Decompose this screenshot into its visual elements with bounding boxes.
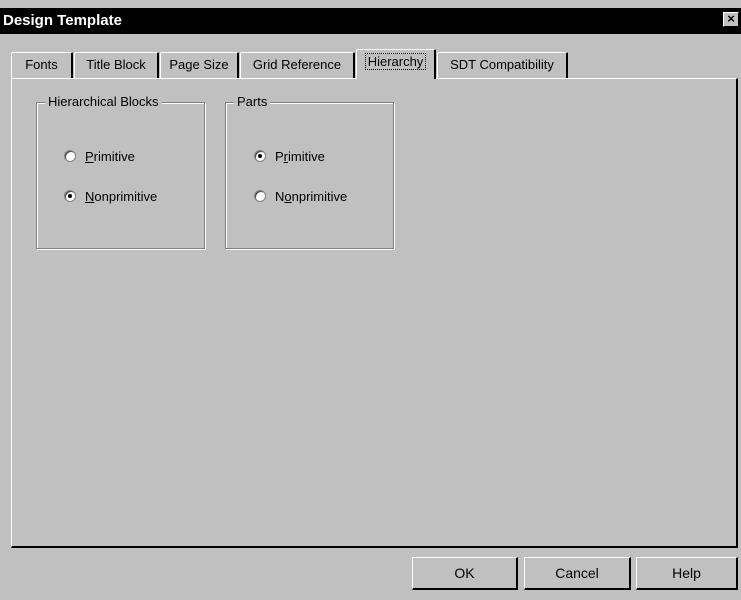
tab-title-block[interactable]: Title Block: [74, 52, 159, 78]
tab-fonts-label: Fonts: [25, 57, 58, 72]
title-bar: Design Template ×: [0, 8, 741, 34]
tab-sdt-compatibility[interactable]: SDT Compatibility: [437, 52, 568, 78]
parts-group: Parts Primitive Nonprimitive: [225, 94, 394, 249]
hb-nonprimitive-radio[interactable]: [64, 190, 76, 202]
hb-primitive-radio[interactable]: [64, 150, 76, 162]
tab-fonts[interactable]: Fonts: [11, 52, 73, 78]
tab-page-size-label: Page Size: [169, 57, 229, 72]
tab-title-block-label: Title Block: [86, 57, 146, 72]
tab-hierarchy-label: Hierarchy: [364, 53, 427, 70]
tab-grid-reference[interactable]: Grid Reference: [240, 52, 355, 78]
hierarchical-blocks-group: Hierarchical Blocks Primitive Nonprimiti…: [36, 94, 205, 249]
parts-nonprimitive-label: Nonprimitive: [275, 189, 348, 204]
tab-grid-reference-label: Grid Reference: [252, 57, 342, 72]
hb-nonprimitive-label: Nonprimitive: [85, 189, 158, 204]
parts-primitive-label: Primitive: [275, 149, 325, 164]
tab-page-size[interactable]: Page Size: [160, 52, 239, 78]
parts-primitive-radio[interactable]: [254, 150, 266, 162]
close-icon: ×: [727, 11, 735, 26]
hierarchy-panel: Hierarchical Blocks Primitive Nonprimiti…: [11, 78, 738, 548]
hierarchical-blocks-legend: Hierarchical Blocks: [45, 94, 162, 110]
cancel-button[interactable]: Cancel: [524, 557, 631, 590]
parts-nonprimitive-radio[interactable]: [254, 190, 266, 202]
help-button[interactable]: Help: [636, 557, 738, 590]
tab-sdt-compatibility-label: SDT Compatibility: [450, 57, 554, 72]
close-button[interactable]: ×: [723, 12, 739, 27]
ok-button[interactable]: OK: [412, 557, 518, 590]
design-template-dialog: Design Template × Fonts Title Block Page…: [0, 0, 741, 600]
parts-legend: Parts: [234, 94, 271, 110]
window-title: Design Template: [3, 12, 122, 29]
tab-hierarchy[interactable]: Hierarchy: [356, 49, 436, 79]
hb-primitive-label: Primitive: [85, 149, 135, 164]
